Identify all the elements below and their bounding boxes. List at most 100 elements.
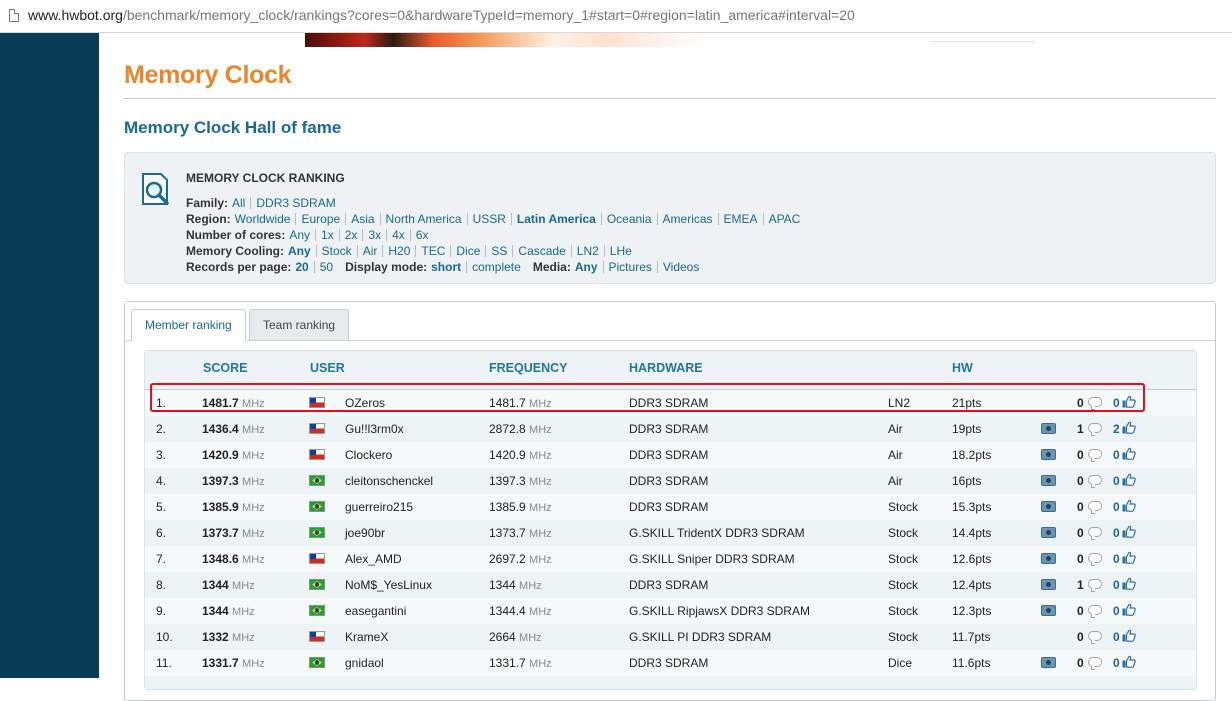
camera-icon[interactable] [1041, 527, 1056, 538]
filter-option-cores-6x[interactable]: 6x [416, 228, 429, 242]
table-row[interactable]: 4. 1397.3 MHz cleitonschenckel 1397.3 MHz DD… [145, 468, 1196, 494]
filter-option-region-oceania[interactable]: Oceania [607, 212, 652, 226]
filter-option-region-north-america[interactable]: North America [386, 212, 462, 226]
table-row[interactable]: 11. 1331.7 MHz gnidaol 1331.7 MHz DDR3 SDRAM… [145, 650, 1196, 676]
user-link[interactable]: Gu!!l3rm0x [345, 422, 404, 436]
col-header-hardware[interactable]: HARDWARE [629, 361, 703, 375]
table-row[interactable]: 3. 1420.9 MHz Clockero 1420.9 MHz DDR3 SDRAM… [145, 442, 1196, 468]
filter-option-cooling-cascade[interactable]: Cascade [518, 244, 565, 258]
camera-icon[interactable] [1041, 657, 1056, 668]
filter-option-records-20[interactable]: 20 [295, 260, 308, 274]
hardware-link[interactable]: G.SKILL RipjawsX DDR3 SDRAM [629, 604, 810, 618]
user-link[interactable]: Alex_AMD [345, 552, 402, 566]
tab-member-ranking[interactable]: Member ranking [131, 309, 246, 341]
thumbs-up-icon[interactable] [1122, 421, 1136, 434]
hardware-link[interactable]: DDR3 SDRAM [629, 396, 708, 410]
filter-option-cooling-dice[interactable]: Dice [456, 244, 480, 258]
comment-icon[interactable] [1088, 423, 1102, 436]
col-header-hw[interactable]: HW [952, 361, 973, 375]
user-link[interactable]: NoM$_YesLinux [345, 578, 432, 592]
camera-icon[interactable] [1041, 579, 1056, 590]
camera-icon[interactable] [1041, 605, 1056, 616]
filter-option-cores-any[interactable]: Any [289, 228, 310, 242]
filter-option-cooling-tec[interactable]: TEC [421, 244, 445, 258]
col-header-user[interactable]: USER [310, 361, 345, 375]
hardware-link[interactable]: G.SKILL PI DDR3 SDRAM [629, 630, 771, 644]
camera-icon[interactable] [1041, 501, 1056, 512]
hardware-link[interactable]: DDR3 SDRAM [629, 656, 708, 670]
user-link[interactable]: Clockero [345, 448, 392, 462]
comment-icon[interactable] [1088, 397, 1102, 410]
user-link[interactable]: OZeros [345, 396, 385, 410]
user-link[interactable]: cleitonschenckel [345, 474, 433, 488]
table-row[interactable]: 5. 1385.9 MHz guerreiro215 1385.9 MHz DDR3 S… [145, 494, 1196, 520]
comment-icon[interactable] [1088, 657, 1102, 670]
comment-icon[interactable] [1088, 605, 1102, 618]
filter-option-region-worldwide[interactable]: Worldwide [235, 212, 291, 226]
camera-icon[interactable] [1041, 423, 1056, 434]
thumbs-up-icon[interactable] [1122, 551, 1136, 564]
filter-option-media-pictures[interactable]: Pictures [609, 260, 652, 274]
comment-icon[interactable] [1088, 527, 1102, 540]
filter-option-cooling-h20[interactable]: H20 [388, 244, 410, 258]
filter-option-region-europe[interactable]: Europe [301, 212, 340, 226]
table-row[interactable]: 7. 1348.6 MHz Alex_AMD 2697.2 MHz G.SKILL Sn… [145, 546, 1196, 572]
table-row[interactable]: 8. 1344 MHz NoM$_YesLinux 1344 MHz DDR3 SDRA… [145, 572, 1196, 598]
comment-icon[interactable] [1088, 631, 1102, 644]
hardware-link[interactable]: DDR3 SDRAM [629, 448, 708, 462]
user-link[interactable]: gnidaol [345, 656, 384, 670]
filter-option-cores-1x[interactable]: 1x [321, 228, 334, 242]
thumbs-up-icon[interactable] [1122, 473, 1136, 486]
table-row[interactable]: 1. 1481.7 MHz OZeros 1481.7 MHz DDR3 SDRAM LN… [145, 390, 1196, 416]
thumbs-up-icon[interactable] [1122, 447, 1136, 460]
comment-icon[interactable] [1088, 579, 1102, 592]
filter-option-cooling-lhe[interactable]: LHe [610, 244, 632, 258]
camera-icon[interactable] [1041, 449, 1056, 460]
filter-option-cores-3x[interactable]: 3x [368, 228, 381, 242]
hardware-link[interactable]: DDR3 SDRAM [629, 500, 708, 514]
filter-option-cooling-air[interactable]: Air [363, 244, 378, 258]
filter-option-cores-4x[interactable]: 4x [392, 228, 405, 242]
table-row[interactable]: 9. 1344 MHz easegantini 1344.4 MHz G.SKILL R… [145, 598, 1196, 624]
filter-option-family-all[interactable]: All [232, 196, 245, 210]
col-header-frequency[interactable]: FREQUENCY [489, 361, 567, 375]
thumbs-up-icon[interactable] [1122, 603, 1136, 616]
filter-option-family-ddr3-sdram[interactable]: DDR3 SDRAM [256, 196, 335, 210]
filter-option-region-apac[interactable]: APAC [769, 212, 801, 226]
filter-option-cooling-any[interactable]: Any [288, 244, 311, 258]
address-bar[interactable]: www.hwbot.org/benchmark/memory_clock/ran… [0, 0, 1232, 33]
hardware-link[interactable]: DDR3 SDRAM [629, 578, 708, 592]
thumbs-up-icon[interactable] [1122, 629, 1136, 642]
filter-option-region-emea[interactable]: EMEA [724, 212, 758, 226]
filter-option-region-asia[interactable]: Asia [351, 212, 374, 226]
filter-option-cores-2x[interactable]: 2x [345, 228, 358, 242]
user-link[interactable]: KrameX [345, 630, 388, 644]
filter-option-display-complete[interactable]: complete [472, 260, 521, 274]
camera-icon[interactable] [1041, 553, 1056, 564]
thumbs-up-icon[interactable] [1122, 395, 1136, 408]
camera-icon[interactable] [1041, 475, 1056, 486]
filter-option-cooling-ln2[interactable]: LN2 [577, 244, 599, 258]
hardware-link[interactable]: G.SKILL TridentX DDR3 SDRAM [629, 526, 805, 540]
filter-option-display-short[interactable]: short [431, 260, 461, 274]
table-row[interactable]: 10. 1332 MHz KrameX 2664 MHz G.SKILL PI DDR3… [145, 624, 1196, 650]
user-link[interactable]: easegantini [345, 604, 406, 618]
filter-option-region-latin-america[interactable]: Latin America [517, 212, 596, 226]
thumbs-up-icon[interactable] [1122, 655, 1136, 668]
filter-option-cooling-ss[interactable]: SS [491, 244, 507, 258]
col-header-score[interactable]: SCORE [203, 361, 247, 375]
filter-option-records-50[interactable]: 50 [320, 260, 333, 274]
table-row[interactable]: 2. 1436.4 MHz Gu!!l3rm0x 2872.8 MHz DDR3 SDR… [145, 416, 1196, 442]
thumbs-up-icon[interactable] [1122, 525, 1136, 538]
filter-option-region-ussr[interactable]: USSR [473, 212, 506, 226]
url-text[interactable]: www.hwbot.org/benchmark/memory_clock/ran… [28, 7, 855, 23]
filter-option-media-any[interactable]: Any [575, 260, 598, 274]
comment-icon[interactable] [1088, 553, 1102, 566]
filter-option-media-videos[interactable]: Videos [663, 260, 699, 274]
user-link[interactable]: guerreiro215 [345, 500, 413, 514]
tab-team-ranking[interactable]: Team ranking [249, 309, 350, 340]
hardware-link[interactable]: G.SKILL Sniper DDR3 SDRAM [629, 552, 795, 566]
filter-option-cooling-stock[interactable]: Stock [322, 244, 352, 258]
user-link[interactable]: joe90br [345, 526, 385, 540]
comment-icon[interactable] [1088, 449, 1102, 462]
